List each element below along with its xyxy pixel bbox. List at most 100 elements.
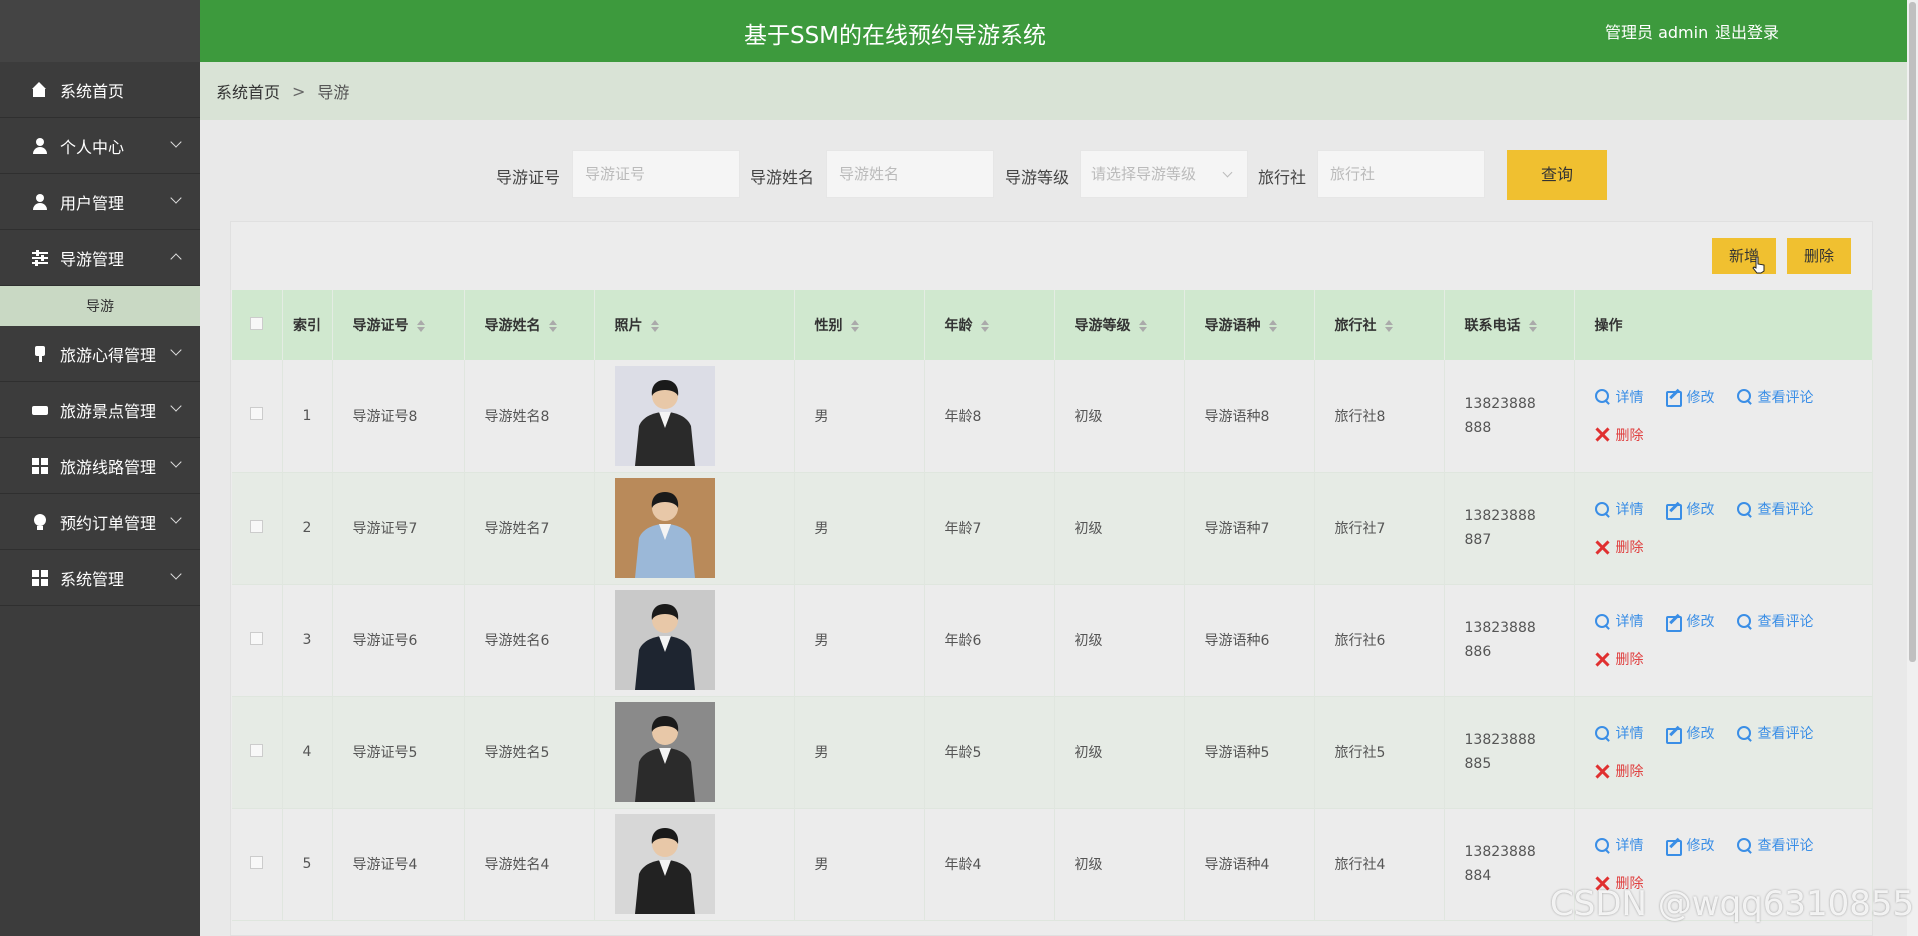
sidebar-item-routes[interactable]: 旅游线路管理 <box>0 438 200 494</box>
sidebar-item-profile[interactable]: 个人中心 <box>0 118 200 174</box>
delete-label: 删除 <box>1615 652 1644 668</box>
scrollbar-thumb[interactable] <box>1909 2 1916 662</box>
sidebar-item-attractions[interactable]: 旅游景点管理 <box>0 382 200 438</box>
view-comments-button[interactable]: 查看评论 <box>1736 499 1814 519</box>
select-all-cell <box>232 290 283 360</box>
guide-name-input[interactable] <box>826 150 994 198</box>
guide-photo[interactable] <box>614 702 715 802</box>
sort-icon[interactable] <box>980 320 989 332</box>
col-agency[interactable]: 旅行社 <box>1314 290 1445 360</box>
sort-icon[interactable] <box>416 320 425 332</box>
page-scrollbar[interactable] <box>1907 0 1918 936</box>
col-language[interactable]: 导游语种 <box>1184 290 1315 360</box>
sort-icon[interactable] <box>1268 320 1277 332</box>
sidebar-item-home[interactable]: 系统首页 <box>0 62 200 118</box>
bulb-icon <box>32 513 48 530</box>
detail-button[interactable]: 详情 <box>1594 499 1644 519</box>
delete-button[interactable]: 删除 <box>1595 761 1644 781</box>
row-checkbox[interactable] <box>250 855 264 869</box>
sidebar-item-experiences[interactable]: 旅游心得管理 <box>0 326 200 382</box>
row-level: 初级 <box>1054 696 1185 808</box>
col-guide-id[interactable]: 导游证号 <box>332 290 465 360</box>
row-gender: 男 <box>794 472 925 584</box>
delete-button[interactable]: 删除 <box>1595 425 1644 445</box>
guide-id-input[interactable] <box>572 150 740 198</box>
col-level[interactable]: 导游等级 <box>1054 290 1185 360</box>
edit-button[interactable]: 修改 <box>1665 499 1715 520</box>
edit-button[interactable]: 修改 <box>1665 387 1715 408</box>
search-icon <box>1594 725 1610 741</box>
sidebar-subitem-guide[interactable]: 导游 <box>0 286 200 326</box>
sidebar-item-system[interactable]: 系统管理 <box>0 550 200 606</box>
sidebar: 系统首页 个人中心 用户管理 导游管理 导游 旅游心得管理 旅游景点管理 旅游线… <box>0 0 200 936</box>
select-all-checkbox[interactable] <box>250 316 264 330</box>
row-agency: 旅行社6 <box>1314 584 1445 696</box>
row-index: 4 <box>282 696 333 808</box>
row-guide-id: 导游证号7 <box>332 472 465 584</box>
sort-icon[interactable] <box>850 320 859 332</box>
view-comments-button[interactable]: 查看评论 <box>1736 611 1814 631</box>
row-gender: 男 <box>794 584 925 696</box>
col-gender[interactable]: 性别 <box>794 290 925 360</box>
table-row: 2 导游证号7 导游姓名7 男 年龄7 初级 导游语种7 旅行社7 138238… <box>232 472 1873 584</box>
row-select-cell <box>232 808 283 920</box>
guide-name-label: 导游姓名 <box>750 168 815 187</box>
edit-label: 修改 <box>1686 726 1715 742</box>
edit-icon <box>1665 614 1682 632</box>
sidebar-item-users[interactable]: 用户管理 <box>0 174 200 230</box>
row-checkbox[interactable] <box>250 743 264 757</box>
view-comments-button[interactable]: 查看评论 <box>1736 723 1814 743</box>
edit-button[interactable]: 修改 <box>1665 723 1715 744</box>
guide-photo[interactable] <box>614 365 715 466</box>
row-photo-cell <box>594 472 795 584</box>
row-age: 年龄8 <box>924 360 1055 472</box>
sort-icon[interactable] <box>1138 320 1147 332</box>
guide-id-label: 导游证号 <box>496 168 561 187</box>
row-guide-id: 导游证号4 <box>332 808 465 920</box>
chevron-down-icon <box>170 192 182 204</box>
col-photo[interactable]: 照片 <box>594 290 795 360</box>
query-button[interactable]: 查询 <box>1507 150 1607 200</box>
delete-button[interactable]: 删除 <box>1595 537 1644 557</box>
row-checkbox[interactable] <box>250 631 264 645</box>
guide-photo[interactable] <box>614 590 715 690</box>
guide-photo[interactable] <box>614 814 715 914</box>
detail-button[interactable]: 详情 <box>1594 835 1644 855</box>
bulk-delete-button[interactable]: 删除 <box>1787 238 1851 274</box>
sort-icon[interactable] <box>1384 320 1393 332</box>
breadcrumb-home[interactable]: 系统首页 <box>216 79 280 103</box>
row-guide-name: 导游姓名5 <box>464 696 595 808</box>
row-checkbox[interactable] <box>250 407 264 421</box>
edit-button[interactable]: 修改 <box>1665 611 1715 632</box>
delete-button[interactable]: 删除 <box>1595 649 1644 669</box>
sidebar-item-orders[interactable]: 预约订单管理 <box>0 494 200 550</box>
guide-level-label: 导游等级 <box>1005 168 1070 187</box>
detail-button[interactable]: 详情 <box>1594 723 1644 743</box>
detail-button[interactable]: 详情 <box>1594 387 1644 407</box>
sort-icon[interactable] <box>650 320 659 332</box>
view-comments-button[interactable]: 查看评论 <box>1736 835 1814 855</box>
col-guide-name[interactable]: 导游姓名 <box>464 290 595 360</box>
view-comments-button[interactable]: 查看评论 <box>1736 387 1814 407</box>
sidebar-item-guides[interactable]: 导游管理 <box>0 230 200 286</box>
col-age[interactable]: 年龄 <box>924 290 1055 360</box>
row-checkbox[interactable] <box>250 519 264 533</box>
guide-photo[interactable] <box>614 478 715 578</box>
col-label: 导游证号 <box>352 318 409 334</box>
col-label: 导游等级 <box>1074 318 1131 334</box>
row-phone: 13823888886 <box>1444 584 1575 696</box>
agency-label: 旅行社 <box>1258 168 1307 187</box>
sort-icon[interactable] <box>1528 320 1537 332</box>
edit-button[interactable]: 修改 <box>1665 835 1715 856</box>
logout-link[interactable]: 退出登录 <box>1715 19 1779 43</box>
agency-input[interactable] <box>1317 150 1485 198</box>
row-phone: 13823888885 <box>1444 696 1575 808</box>
guide-level-select[interactable]: 请选择导游等级 <box>1080 150 1248 198</box>
add-button[interactable]: 新增 <box>1712 238 1776 274</box>
row-language: 导游语种5 <box>1184 696 1315 808</box>
sidebar-logo-area <box>0 0 200 62</box>
col-phone[interactable]: 联系电话 <box>1444 290 1575 360</box>
detail-button[interactable]: 详情 <box>1594 611 1644 631</box>
row-language: 导游语种7 <box>1184 472 1315 584</box>
sort-icon[interactable] <box>548 320 557 332</box>
